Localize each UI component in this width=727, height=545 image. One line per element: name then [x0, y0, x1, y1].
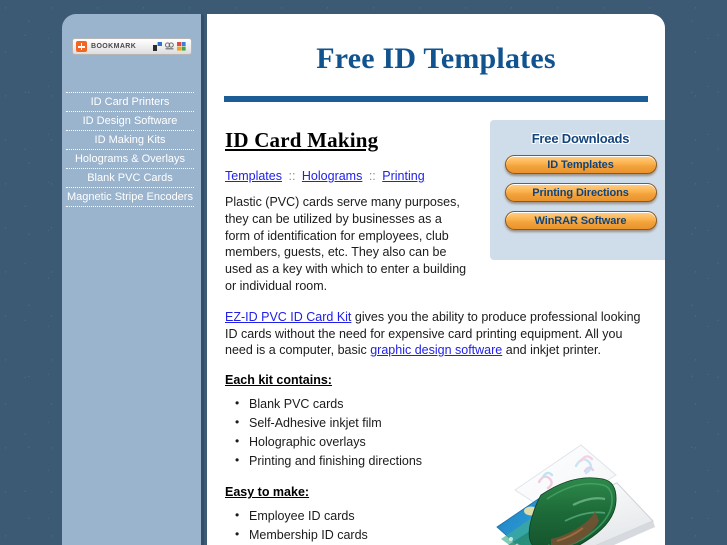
main-body: Free Downloads ID Templates Printing Dir… — [207, 102, 665, 545]
share-generic-icon[interactable] — [165, 42, 174, 51]
sidebar-item-id-design-software[interactable]: ID Design Software — [62, 112, 198, 130]
link-ez-id-pvc-kit[interactable]: EZ-ID PVC ID Card Kit — [225, 310, 351, 324]
link-separator: :: — [288, 169, 296, 183]
download-button-printing-directions[interactable]: Printing Directions — [504, 183, 657, 202]
link-separator: :: — [368, 169, 376, 183]
sidebar-item-magnetic-stripe-encoders[interactable]: Magnetic Stripe Encoders — [62, 188, 198, 206]
nav-divider — [66, 168, 194, 169]
kit-text-part2: and inkjet printer. — [502, 343, 601, 358]
bookmark-share-icons[interactable] — [153, 42, 188, 51]
nav-divider — [66, 111, 194, 112]
sidebar: BOOKMARK ID Card Printers ID Design Soft… — [62, 14, 204, 545]
list-item: Membership ID cards — [235, 525, 643, 545]
list-item: Employee ID cards — [235, 506, 643, 526]
share-colorful-icon[interactable] — [177, 42, 186, 51]
sidebar-item-id-making-kits[interactable]: ID Making Kits — [62, 131, 198, 149]
nav-divider — [66, 187, 194, 188]
list-item: Holographic overlays — [235, 432, 643, 452]
sidebar-item-blank-pvc-cards[interactable]: Blank PVC Cards — [62, 169, 198, 187]
kit-contains-list: Blank PVC cards Self-Adhesive inkjet fil… — [225, 394, 643, 471]
sidebar-nav: ID Card Printers ID Design Software ID M… — [62, 92, 198, 207]
nav-divider — [66, 130, 194, 131]
each-kit-contains-heading: Each kit contains: — [225, 373, 332, 388]
list-item: Blank PVC cards — [235, 394, 643, 414]
easy-to-make-list: Employee ID cards Membership ID cards — [225, 506, 643, 545]
intro-paragraph: Plastic (PVC) cards serve many purposes,… — [225, 195, 467, 293]
page-root: BOOKMARK ID Card Printers ID Design Soft… — [0, 0, 727, 545]
link-holograms[interactable]: Holograms — [302, 169, 362, 183]
content-panel: Free ID Templates Free Downloads ID Temp… — [207, 14, 665, 545]
add-plus-icon — [76, 41, 87, 52]
nav-divider — [66, 206, 194, 207]
free-downloads-panel: Free Downloads ID Templates Printing Dir… — [490, 120, 665, 260]
link-printing[interactable]: Printing — [382, 169, 424, 183]
nav-divider — [66, 149, 194, 150]
list-item: Printing and finishing directions — [235, 451, 643, 471]
link-graphic-design-software[interactable]: graphic design software — [370, 343, 502, 357]
easy-to-make-heading: Easy to make: — [225, 485, 310, 500]
page-title: Free ID Templates — [316, 42, 556, 75]
nav-divider — [66, 92, 194, 93]
bookmark-label: BOOKMARK — [91, 43, 137, 50]
sidebar-item-id-card-printers[interactable]: ID Card Printers — [62, 93, 198, 111]
share-windows-icon[interactable] — [153, 42, 162, 51]
bookmark-widget[interactable]: BOOKMARK — [72, 38, 192, 55]
sidebar-item-holograms-overlays[interactable]: Holograms & Overlays — [62, 150, 198, 168]
free-downloads-title: Free Downloads — [531, 131, 630, 146]
download-button-winrar-software[interactable]: WinRAR Software — [504, 211, 657, 230]
list-item: Self-Adhesive inkjet film — [235, 413, 643, 433]
link-templates[interactable]: Templates — [225, 169, 282, 183]
kit-paragraph: EZ-ID PVC ID Card Kit gives you the abil… — [225, 309, 645, 359]
download-button-id-templates[interactable]: ID Templates — [504, 155, 657, 174]
